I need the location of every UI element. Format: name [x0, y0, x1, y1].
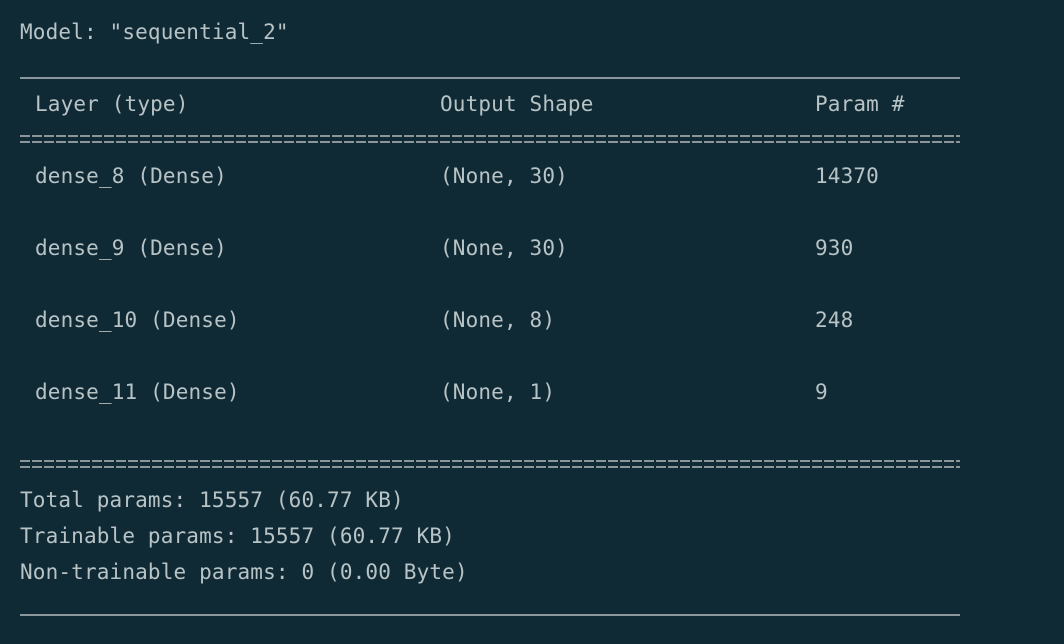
header-double-divider: [20, 135, 960, 143]
trainable-params: Trainable params: 15557 (60.77 KB): [20, 524, 455, 548]
layer-param-count: 9: [815, 380, 828, 404]
layer-output-shape: (None, 1): [440, 380, 556, 404]
header-layer-type: Layer (type): [35, 92, 189, 116]
layer-name: dense_8 (Dense): [35, 164, 227, 188]
non-trainable-params: Non-trainable params: 0 (0.00 Byte): [20, 560, 468, 584]
layer-output-shape: (None, 8): [440, 308, 556, 332]
layer-output-shape: (None, 30): [440, 236, 568, 260]
layer-param-count: 930: [815, 236, 854, 260]
header-param-count: Param #: [815, 92, 905, 116]
layer-param-count: 248: [815, 308, 854, 332]
layer-param-count: 14370: [815, 164, 879, 188]
layer-output-shape: (None, 30): [440, 164, 568, 188]
total-params: Total params: 15557 (60.77 KB): [20, 488, 404, 512]
header-output-shape: Output Shape: [440, 92, 594, 116]
top-divider: [20, 77, 960, 79]
layer-name: dense_9 (Dense): [35, 236, 227, 260]
bottom-divider: [20, 614, 960, 616]
footer-double-divider: [20, 460, 960, 468]
layer-name: dense_10 (Dense): [35, 308, 240, 332]
model-title: Model: "sequential_2": [20, 20, 289, 44]
layer-name: dense_11 (Dense): [35, 380, 240, 404]
